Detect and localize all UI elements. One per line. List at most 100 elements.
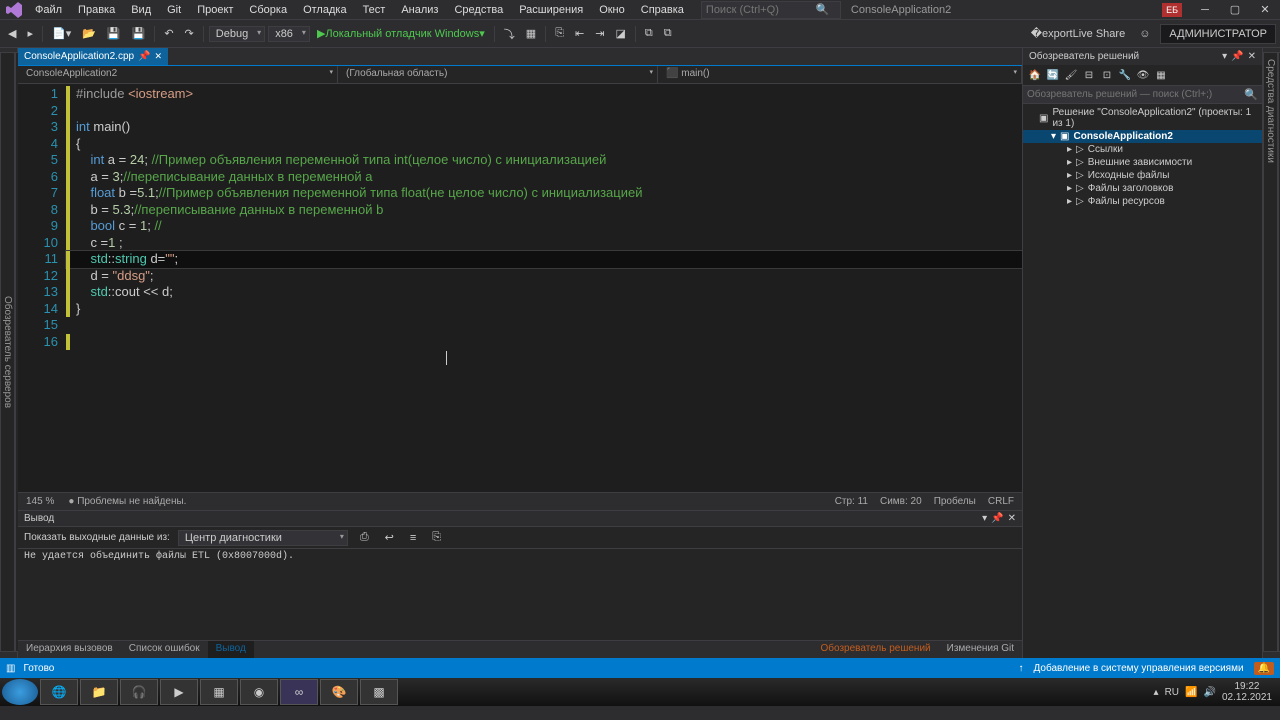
output-dd-icon[interactable]: ▾: [982, 513, 987, 524]
taskbar-discord[interactable]: 🎧: [120, 679, 158, 705]
code-line-6[interactable]: a = 3;//переписывание данных в переменно…: [66, 169, 1022, 186]
code-line-11[interactable]: std::string d="";: [66, 251, 1022, 268]
uncomment-button[interactable]: ⧉: [660, 25, 676, 42]
menu-правка[interactable]: Правка: [71, 2, 122, 18]
maximize-button[interactable]: ▢: [1220, 0, 1250, 20]
config-dropdown[interactable]: Debug: [209, 26, 265, 42]
output-pin-icon[interactable]: 📌: [991, 513, 1003, 524]
code-line-5[interactable]: int a = 24; //Пример объявления переменн…: [66, 152, 1022, 169]
code-line-8[interactable]: b = 5.3;//переписывание данных в перемен…: [66, 202, 1022, 219]
close-button[interactable]: ✕: [1250, 0, 1280, 20]
code-line-16[interactable]: [66, 334, 1022, 351]
nav-project[interactable]: ConsoleApplication2: [18, 66, 338, 83]
collapse-icon[interactable]: ⊟: [1081, 67, 1097, 83]
bookmark-button[interactable]: ◪: [611, 25, 629, 42]
solution-explorer-tab-btn[interactable]: Обозреватель решений: [812, 641, 938, 658]
tree-item[interactable]: ▸▷Файлы заголовков: [1023, 182, 1262, 195]
code-line-1[interactable]: #include <iostream>: [66, 86, 1022, 103]
menu-вид[interactable]: Вид: [124, 2, 158, 18]
user-badge[interactable]: ЕБ: [1162, 3, 1182, 17]
eol-mode[interactable]: CRLF: [988, 496, 1014, 507]
tray-lang[interactable]: RU: [1165, 687, 1179, 698]
indent-less-button[interactable]: ⇤: [571, 25, 588, 42]
search-input[interactable]: [706, 4, 816, 16]
taskbar-steam[interactable]: ◉: [240, 679, 278, 705]
tray-expand-icon[interactable]: ▴: [1154, 687, 1159, 698]
save-all-button[interactable]: 💾: [128, 25, 150, 42]
vcs-add-icon[interactable]: ↑: [1019, 663, 1024, 674]
home-icon[interactable]: 🏠: [1027, 67, 1043, 83]
start-button[interactable]: [2, 679, 38, 705]
open-button[interactable]: 📂: [78, 25, 100, 42]
taskbar-explorer[interactable]: 📁: [80, 679, 118, 705]
search-icon[interactable]: 🔍: [1240, 86, 1262, 103]
git-changes-tab-btn[interactable]: Изменения Git: [939, 641, 1022, 658]
indent-mode[interactable]: Пробелы: [934, 496, 976, 507]
show-all-icon[interactable]: ⊡: [1099, 67, 1115, 83]
misc-button-1[interactable]: ▦: [522, 25, 540, 42]
nav-back-button[interactable]: ◀: [4, 25, 20, 42]
sync-icon[interactable]: 🔄: [1045, 67, 1061, 83]
menu-анализ[interactable]: Анализ: [394, 2, 445, 18]
save-button[interactable]: 💾: [103, 25, 125, 42]
global-search[interactable]: 🔍: [701, 1, 841, 19]
code-line-2[interactable]: [66, 103, 1022, 120]
minimize-button[interactable]: ─: [1190, 0, 1220, 20]
panel-pin-icon[interactable]: 📌: [1231, 51, 1243, 62]
taskbar-chrome[interactable]: 🌐: [40, 679, 78, 705]
panel-close-icon[interactable]: ✕: [1248, 51, 1256, 62]
tree-item[interactable]: ▸▷Файлы ресурсов: [1023, 195, 1262, 208]
taskbar-app2[interactable]: ▩: [360, 679, 398, 705]
output-close-icon[interactable]: ✕: [1008, 513, 1016, 524]
comment-button[interactable]: ⧉: [641, 25, 657, 42]
menu-тест[interactable]: Тест: [356, 2, 393, 18]
step-button[interactable]: ⤵: [500, 24, 519, 44]
call-hierarchy-tab[interactable]: Иерархия вызовов: [18, 641, 121, 658]
close-tab-icon[interactable]: ✕: [155, 51, 163, 62]
output-toggle-button[interactable]: ≡: [406, 530, 420, 546]
output-clear-button[interactable]: ⎙: [356, 529, 373, 546]
tree-item[interactable]: ▸▷Ссылки: [1023, 143, 1262, 156]
tray-clock[interactable]: 19:22 02.12.2021: [1222, 681, 1272, 703]
diagnostics-tab[interactable]: Средства диагностики: [1263, 52, 1278, 652]
output-source-dropdown[interactable]: Центр диагностики: [178, 530, 348, 546]
taskbar-paint[interactable]: 🎨: [320, 679, 358, 705]
menu-git[interactable]: Git: [160, 2, 188, 18]
solution-tree[interactable]: ▣ Решение "ConsoleApplication2" (проекты…: [1023, 104, 1262, 210]
feedback-button[interactable]: ☺: [1135, 26, 1154, 42]
menu-отладка[interactable]: Отладка: [296, 2, 353, 18]
code-line-10[interactable]: c =1 ;: [66, 235, 1022, 252]
brush-icon[interactable]: 🖌: [1063, 67, 1079, 83]
notification-badge[interactable]: 🔔: [1254, 662, 1274, 675]
output-wrap-button[interactable]: ↩: [381, 529, 398, 546]
undo-button[interactable]: ↶: [160, 25, 177, 42]
output-goto-button[interactable]: ⎘: [428, 529, 445, 546]
nav-fwd-button[interactable]: ▸: [23, 25, 37, 42]
menu-справка[interactable]: Справка: [634, 2, 691, 18]
file-tab[interactable]: ConsoleApplication2.cpp 📌 ✕: [18, 48, 168, 65]
taskbar-app1[interactable]: ▦: [200, 679, 238, 705]
pin-icon[interactable]: 📌: [138, 51, 150, 62]
code-line-3[interactable]: int main(): [66, 119, 1022, 136]
menu-сборка[interactable]: Сборка: [242, 2, 294, 18]
nav-scope[interactable]: (Глобальная область): [338, 66, 658, 83]
error-list-tab[interactable]: Список ошибок: [121, 641, 208, 658]
output-text[interactable]: Не удается объединить файлы ETL (0x80070…: [18, 549, 1022, 640]
code-line-12[interactable]: d = "ddsg";: [66, 268, 1022, 285]
menu-файл[interactable]: Файл: [28, 2, 69, 18]
zoom-level[interactable]: 145 %: [26, 496, 54, 507]
code-line-14[interactable]: }: [66, 301, 1022, 318]
redo-button[interactable]: ↷: [181, 25, 198, 42]
menu-расширения[interactable]: Расширения: [512, 2, 590, 18]
live-share-button[interactable]: �export Live Share: [1027, 25, 1129, 42]
output-tab[interactable]: Вывод: [208, 641, 254, 658]
indent-more-button[interactable]: ⇥: [591, 25, 608, 42]
solution-search-input[interactable]: [1023, 86, 1240, 103]
server-explorer-tab[interactable]: Обозреватель серверов: [0, 52, 15, 652]
code-line-15[interactable]: [66, 317, 1022, 334]
code-line-9[interactable]: bool c = 1; //: [66, 218, 1022, 235]
tray-sound-icon[interactable]: 🔊: [1203, 687, 1215, 698]
problems-indicator[interactable]: ● Проблемы не найдены.: [68, 496, 186, 507]
run-button[interactable]: ▶ Локальный отладчик Windows ▾: [313, 25, 489, 42]
menu-проект[interactable]: Проект: [190, 2, 240, 18]
